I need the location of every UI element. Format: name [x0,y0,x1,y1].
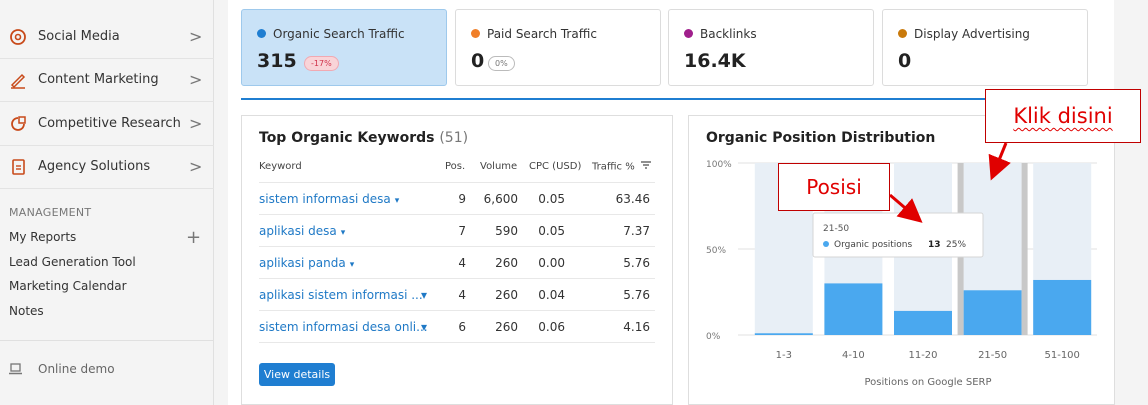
bar [754,333,813,335]
bar [963,290,1022,335]
x-tick-label: 21-50 [978,350,1007,361]
app-root: Social Media > Content Marketing > Compe… [0,0,1148,405]
annotation-klik-text: Klik disini [1013,104,1113,128]
hover-stripe-right [1021,163,1028,335]
tooltip-title: 21-50 [823,224,849,234]
tooltip-percent: 25% [946,240,966,250]
x-tick-label: 51-100 [1044,350,1079,361]
tooltip-box [812,212,984,258]
y-tick-label: 0% [706,332,721,342]
position-distribution-chart: 0% 50% 100% 1-3 4-10 11-20 21-50 51-100 Position… [706,160,1097,388]
bar [1033,279,1092,335]
annotation-klik-disini: Klik disini [985,89,1141,143]
tooltip-dot-icon [823,241,829,247]
tooltip-label: Organic positions [834,240,913,250]
x-tick-label: 1-3 [776,350,792,361]
y-tick-label: 50% [706,246,726,256]
y-tick-label: 100% [706,160,732,170]
tooltip-count: 13 [928,240,941,250]
annotation-posisi: Posisi [778,163,890,211]
x-tick-label: 11-20 [908,350,937,361]
x-axis-label: Positions on Google SERP [864,377,991,388]
x-tick-label: 4-10 [842,350,865,361]
bar [824,283,883,335]
bar [894,310,952,335]
